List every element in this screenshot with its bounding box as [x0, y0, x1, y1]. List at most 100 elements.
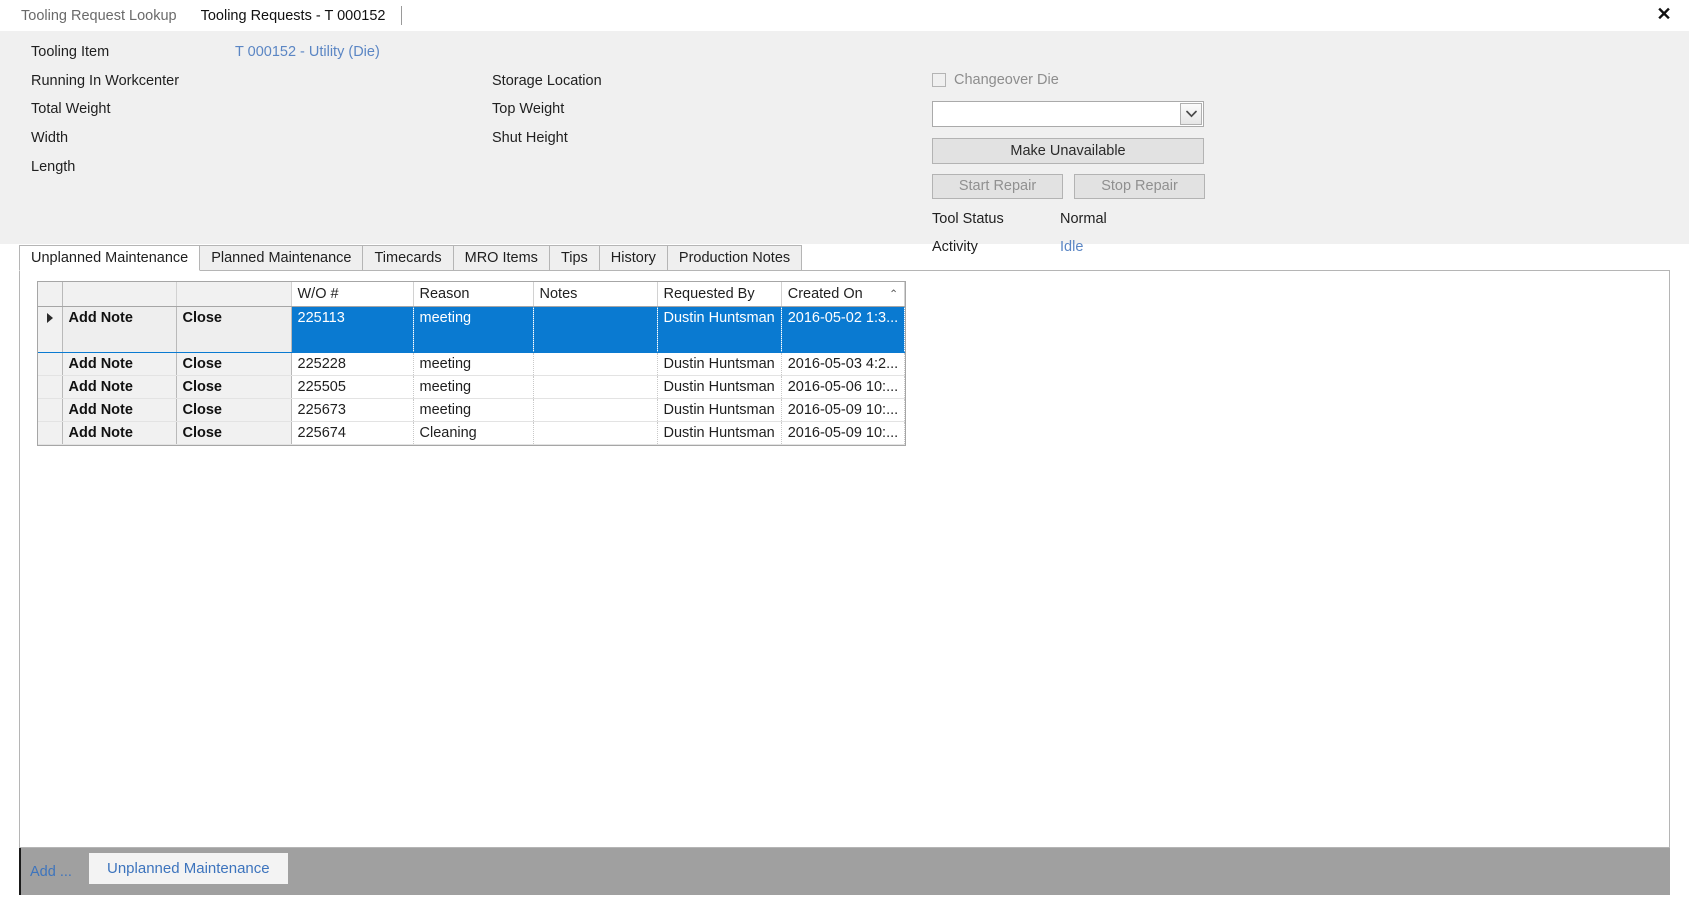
cell-created: 2016-05-09 10:...	[781, 398, 906, 422]
cell-reason: Cleaning	[413, 421, 534, 445]
column-header-label: Reason	[419, 286, 470, 302]
cell-wo: 225113	[291, 306, 414, 353]
label-running-in-workcenter: Running In Workcenter	[31, 73, 180, 89]
column-header-label: W/O #	[297, 286, 339, 302]
column-header-marker[interactable]	[38, 282, 63, 307]
column-header-created[interactable]: Created On ⌃	[781, 282, 906, 307]
cell-reason: meeting	[413, 375, 534, 399]
add-link[interactable]: Add ...	[30, 864, 72, 880]
cell-close-button[interactable]: Close	[176, 306, 292, 353]
table-row[interactable]: Add Note Close 225505 meeting Dustin Huntsma…	[38, 375, 906, 399]
tool-status-row: Tool Status Normal	[932, 211, 1212, 239]
table-row[interactable]: Add Note Close 225673 meeting Dustin Huntsma…	[38, 398, 906, 422]
column-header-addnote[interactable]	[62, 282, 177, 307]
value-tool-status: Normal	[1060, 211, 1107, 227]
maintenance-tab-control: Unplanned Maintenance Planned Maintenance…	[19, 245, 1670, 848]
cell-wo: 225673	[291, 398, 414, 422]
cell-reason: meeting	[413, 398, 534, 422]
table-row[interactable]: Add Note Close 225228 meeting Dustin Huntsma…	[38, 352, 906, 376]
table-row[interactable]: Add Note Close 225113 meeting Dustin Huntsma…	[38, 306, 906, 353]
changeover-die-checkbox[interactable]	[932, 73, 946, 87]
close-icon[interactable]: ✕	[1653, 3, 1675, 25]
tooling-header-pane: Tooling Item T 000152 - Utility (Die) Ru…	[0, 31, 1689, 255]
cell-wo: 225505	[291, 375, 414, 399]
cell-close-button[interactable]: Close	[176, 375, 292, 399]
sort-ascending-icon: ⌃	[888, 288, 899, 301]
label-shut-height: Shut Height	[492, 130, 568, 146]
cell-close-button[interactable]: Close	[176, 398, 292, 422]
cell-addnote-button[interactable]: Add Note	[62, 375, 177, 399]
cell-wo: 225674	[291, 421, 414, 445]
cell-notes	[533, 375, 658, 399]
cell-reqby: Dustin Huntsman	[657, 375, 782, 399]
tab-mro-items[interactable]: MRO Items	[452, 245, 550, 270]
cell-addnote-button[interactable]: Add Note	[62, 306, 177, 353]
make-unavailable-button[interactable]: Make Unavailable	[932, 138, 1204, 164]
value-tooling-item[interactable]: T 000152 - Utility (Die)	[235, 44, 380, 61]
bottom-tab-unplanned-maintenance[interactable]: Unplanned Maintenance	[89, 853, 288, 884]
column-header-label: Notes	[539, 286, 578, 302]
cell-reqby: Dustin Huntsman	[657, 398, 782, 422]
cell-addnote-button[interactable]: Add Note	[62, 398, 177, 422]
tab-planned-maintenance[interactable]: Planned Maintenance	[199, 245, 364, 270]
tool-action-panel: Changeover Die Make Unavailable Start Re…	[932, 71, 1212, 267]
start-repair-button[interactable]: Start Repair	[932, 174, 1063, 199]
cell-reason: meeting	[413, 306, 534, 353]
tab-tips[interactable]: Tips	[548, 245, 600, 270]
tab-timecards[interactable]: Timecards	[362, 245, 454, 270]
cell-notes	[533, 352, 658, 376]
cell-addnote-button[interactable]: Add Note	[62, 352, 177, 376]
bottom-status-bar: Add ... Unplanned Maintenance	[19, 848, 1670, 895]
label-storage-location: Storage Location	[492, 73, 602, 89]
column-header-reason[interactable]: Reason	[413, 282, 534, 307]
cell-addnote-button[interactable]: Add Note	[62, 421, 177, 445]
changeover-die-label: Changeover Die	[954, 72, 1059, 88]
cell-created: 2016-05-06 10:...	[781, 375, 906, 399]
row-selector-cell[interactable]	[38, 375, 63, 399]
cell-close-button[interactable]: Close	[176, 421, 292, 445]
table-header-row: W/O # Reason Notes Requested By Created On ⌃	[38, 282, 906, 307]
label-length: Length	[31, 159, 76, 175]
cell-created: 2016-05-09 10:...	[781, 421, 906, 445]
tab-unplanned-maintenance[interactable]: Unplanned Maintenance	[19, 245, 201, 271]
chevron-down-icon[interactable]	[1180, 103, 1202, 125]
row-selector-cell[interactable]	[38, 352, 63, 376]
cell-wo: 225228	[291, 352, 414, 376]
tab-history[interactable]: History	[598, 245, 668, 270]
table-row[interactable]: Add Note Close 225674 Cleaning Dustin Huntsm…	[38, 421, 906, 445]
cell-reason: meeting	[413, 352, 534, 376]
document-tab-list: Tooling Request Lookup Tooling Requests …	[9, 0, 403, 31]
cell-created: 2016-05-03 4:2...	[781, 352, 906, 376]
document-tab-tooling-request-lookup[interactable]: Tooling Request Lookup	[9, 3, 189, 31]
tool-select-combobox[interactable]	[932, 101, 1204, 127]
cell-notes	[533, 306, 658, 353]
row-selector-cell[interactable]	[38, 306, 63, 353]
column-header-wo[interactable]: W/O #	[291, 282, 414, 307]
current-row-indicator-icon	[46, 313, 53, 324]
cell-reqby: Dustin Huntsman	[657, 352, 782, 376]
maintenance-tab-panel: W/O # Reason Notes Requested By Created On ⌃ …	[19, 271, 1670, 848]
label-total-weight: Total Weight	[31, 101, 111, 117]
tab-caret	[401, 6, 403, 25]
column-header-label: Created On	[787, 286, 863, 302]
label-width: Width	[31, 130, 69, 146]
stop-repair-button[interactable]: Stop Repair	[1074, 174, 1205, 199]
cell-reqby: Dustin Huntsman	[657, 306, 782, 353]
table-body: Add Note Close 225113 meeting Dustin Huntsma…	[38, 306, 906, 445]
tool-select-input[interactable]	[933, 102, 1181, 126]
changeover-die-checkbox-row[interactable]: Changeover Die	[932, 71, 1212, 89]
cell-close-button[interactable]: Close	[176, 352, 292, 376]
document-tab-tooling-requests[interactable]: Tooling Requests - T 000152	[188, 3, 398, 31]
unplanned-maintenance-table: W/O # Reason Notes Requested By Created On ⌃ …	[38, 282, 906, 445]
column-header-close[interactable]	[176, 282, 292, 307]
column-header-notes[interactable]: Notes	[533, 282, 658, 307]
label-top-weight: Top Weight	[492, 101, 565, 117]
tab-production-notes[interactable]: Production Notes	[666, 245, 803, 270]
unplanned-maintenance-grid[interactable]: W/O # Reason Notes Requested By Created On ⌃ …	[37, 281, 907, 446]
maintenance-tab-list: Unplanned Maintenance Planned Maintenance…	[19, 245, 1670, 271]
label-tooling-item: Tooling Item	[31, 44, 110, 60]
cell-notes	[533, 421, 658, 445]
row-selector-cell[interactable]	[38, 398, 63, 422]
row-selector-cell[interactable]	[38, 421, 63, 445]
column-header-reqby[interactable]: Requested By	[657, 282, 782, 307]
